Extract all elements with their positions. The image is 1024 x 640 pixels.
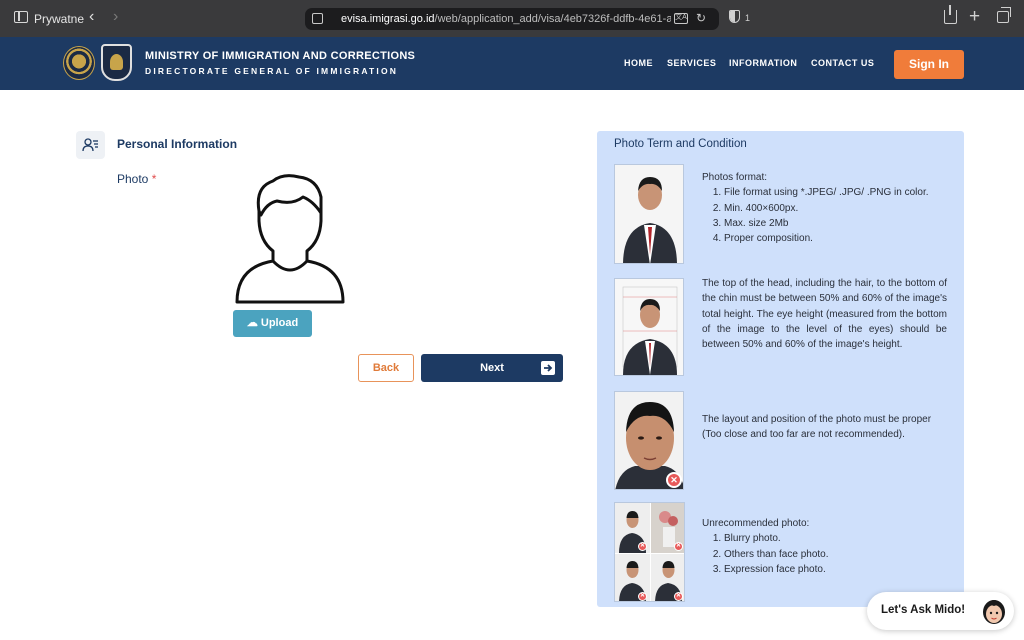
blurry-photo-thumb: ✕ [615,503,650,553]
object-photo-thumb: ✕ [651,503,684,553]
reload-icon[interactable]: ↻ [696,11,706,25]
url-text[interactable]: evisa.imigrasi.go.id/web/application_add… [341,13,671,25]
site-header: MINISTRY OF IMMIGRATION AND CORRECTIONS … [0,37,1024,90]
example-photo-unrecommended-grid: ✕ ✕ ✕ ✕ [614,502,685,602]
avatar-placeholder-icon [235,174,345,304]
cloud-upload-icon: ☁ [246,317,258,329]
back-arrow-icon[interactable]: ‹ [89,8,94,26]
reject-x-icon: ✕ [674,592,683,601]
required-asterisk: * [151,172,157,186]
ministry-title: MINISTRY OF IMMIGRATION AND CORRECTIONS [145,50,416,62]
expression-photo-thumb-2: ✕ [651,554,684,601]
reject-x-icon: ✕ [674,542,683,551]
photo-format-text: Photos format: File format using *.JPEG/… [702,170,947,246]
back-button[interactable]: Back [358,354,414,382]
example-photo-standard [614,164,684,264]
directorate-title: DIRECTORATE GENERAL OF IMMIGRATION [145,66,399,76]
immigration-emblem-logo[interactable] [101,44,132,81]
ministry-emblem-logo[interactable] [63,46,95,80]
share-icon[interactable] [944,5,957,24]
section-title: Personal Information [117,137,238,151]
next-button[interactable]: Next [421,354,563,382]
personal-info-icon [76,131,105,159]
example-photo-too-close: ✕ [614,391,684,490]
terms-title: Photo Term and Condition [614,138,747,150]
nav-home[interactable]: HOME [624,58,653,68]
photo-label: Photo * [117,172,157,186]
reject-x-icon: ✕ [638,592,647,601]
sidebar-toggle-icon[interactable] [14,11,28,23]
chat-label[interactable]: Let's Ask Mido! [881,604,965,616]
address-bar[interactable]: evisa.imigrasi.go.id/web/application_add… [305,8,719,30]
layout-position-text: The layout and position of the photo mus… [702,414,932,441]
arrow-right-icon [541,361,555,375]
example-photo-measurement [614,278,684,376]
mido-mascot-icon[interactable] [980,596,1008,626]
shield-icon[interactable] [729,10,740,23]
unrecommended-photo-text: Unrecommended photo: Blurry photo. Other… [702,516,947,577]
sign-in-button[interactable]: Sign In [894,50,964,79]
reject-x-icon: ✕ [666,472,682,488]
browser-toolbar: Prywatne ‹ › evisa.imigrasi.go.id/web/ap… [0,0,1024,37]
page-settings-icon[interactable] [312,13,323,24]
private-profile-label[interactable]: Prywatne [34,12,84,26]
tracker-count: 1 [745,13,751,23]
head-proportion-text: The top of the head, including the hair,… [702,278,947,351]
expression-photo-thumb: ✕ [615,554,650,601]
tab-overview-icon[interactable] [997,7,1011,23]
forward-arrow-icon[interactable]: › [113,8,118,26]
reject-x-icon: ✕ [638,542,647,551]
nav-information[interactable]: INFORMATION [729,58,797,68]
nav-services[interactable]: SERVICES [667,58,716,68]
new-tab-icon[interactable]: + [969,6,980,28]
upload-button[interactable]: ☁ Upload [233,310,312,337]
nav-contact-us[interactable]: CONTACT US [811,58,874,68]
translate-icon[interactable]: 文A [674,13,688,24]
ask-mido-chat-widget[interactable]: Let's Ask Mido! [867,592,1014,630]
